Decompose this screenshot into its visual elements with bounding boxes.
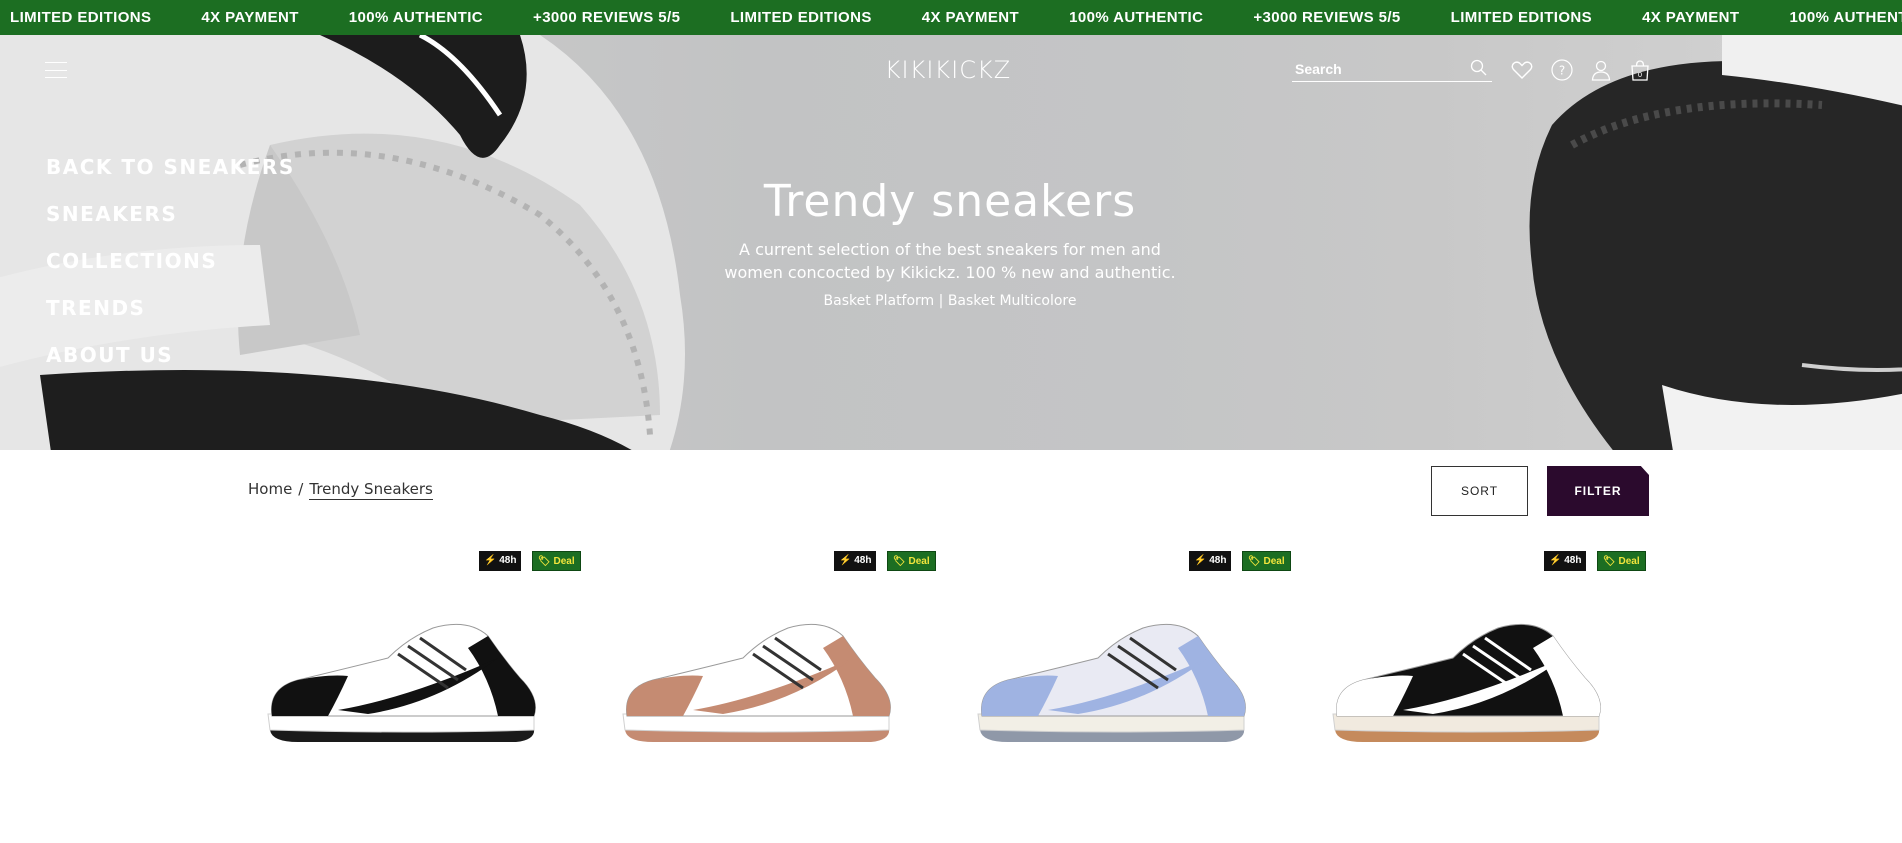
nav-sneakers[interactable]: SNEAKERS: [46, 202, 295, 249]
breadcrumb-current[interactable]: Trendy Sneakers: [309, 480, 433, 500]
menu-icon[interactable]: [45, 62, 67, 78]
product-image: [977, 623, 1246, 742]
midsole-shape: [622, 713, 890, 733]
product-image: [267, 623, 536, 742]
marquee-item: 100% AUTHENTIC: [348, 9, 484, 26]
midsole-shape: [977, 713, 1245, 733]
badge-deal: 🏷 Deal: [887, 551, 936, 571]
site-logo[interactable]: KIKIKICKZ: [878, 52, 1018, 88]
search-input[interactable]: [1292, 60, 1462, 77]
badge-48h: ⚡ 48h: [834, 551, 877, 571]
nav-collections[interactable]: COLLECTIONS: [46, 249, 295, 296]
search-icon[interactable]: [1470, 59, 1488, 82]
badge-deal: 🏷 Deal: [1242, 551, 1291, 571]
marquee-item: 4X PAYMENT: [201, 9, 299, 26]
product-card[interactable]: ⚡ 48h 🏷 Deal: [958, 548, 1293, 843]
nav-about-us[interactable]: ABOUT US: [46, 343, 295, 390]
breadcrumb-home[interactable]: Home: [248, 480, 292, 500]
marquee-item: 4X PAYMENT: [1642, 9, 1740, 26]
hero-banner: KIKIKICKZ ? 0 BACK TO SNEAKERS SNEAKERS …: [0, 35, 1902, 450]
product-card[interactable]: ⚡ 48h 🏷 Deal: [248, 548, 583, 843]
page-title: Trendy sneakers: [763, 176, 1137, 227]
side-navigation: BACK TO SNEAKERS SNEAKERS COLLECTIONS TR…: [46, 155, 295, 390]
link-basket-platform[interactable]: Basket Platform: [824, 293, 935, 309]
marquee-item: +3000 REVIEWS 5/5: [1253, 9, 1401, 26]
search-bar: [1292, 56, 1492, 82]
midsole-shape: [267, 713, 535, 733]
help-icon[interactable]: ?: [1550, 58, 1574, 82]
hero-links: Basket Platform | Basket Multicolore: [660, 293, 1240, 309]
hero-shoe-right-image: [1529, 35, 1902, 450]
marquee-item: 4X PAYMENT: [921, 9, 1020, 26]
link-separator: |: [938, 293, 944, 309]
link-basket-multicolore[interactable]: Basket Multicolore: [948, 293, 1077, 309]
announcement-marquee: LIMITED EDITIONS 4X PAYMENT 100% AUTHENTIC…: [0, 0, 1902, 35]
marquee-item: LIMITED EDITIONS: [10, 9, 152, 26]
sort-button[interactable]: SORT: [1431, 466, 1528, 516]
marquee-item: 100% AUTHENTIC: [1789, 9, 1902, 26]
filter-button[interactable]: FILTER: [1547, 466, 1649, 516]
badge-deal: 🏷 Deal: [1597, 551, 1646, 571]
breadcrumb: Home / Trendy Sneakers: [248, 480, 433, 500]
badge-48h: ⚡ 48h: [1544, 551, 1587, 571]
hero-text-block: Trendy sneakers A current selection of t…: [660, 176, 1240, 309]
nav-back-to-sneakers[interactable]: BACK TO SNEAKERS: [46, 155, 295, 202]
marquee-item: 100% AUTHENTIC: [1069, 9, 1204, 26]
cart-icon[interactable]: 0: [1628, 58, 1652, 82]
badge-deal: 🏷 Deal: [532, 551, 581, 571]
hero-description: A current selection of the best sneakers…: [724, 240, 1176, 282]
badge-48h: ⚡ 48h: [479, 551, 522, 571]
marquee-item: LIMITED EDITIONS: [1450, 9, 1593, 26]
product-grid: ⚡ 48h 🏷 Deal ⚡ 48h 🏷 Deal ⚡ 48h 🏷 Deal ⚡…: [248, 548, 1652, 843]
user-icon[interactable]: [1589, 58, 1613, 82]
marquee-track: LIMITED EDITIONS 4X PAYMENT 100% AUTHENTIC…: [0, 0, 1902, 35]
svg-text:0: 0: [1638, 71, 1642, 79]
product-image: [1332, 623, 1601, 742]
product-image: [622, 623, 891, 742]
product-card[interactable]: ⚡ 48h 🏷 Deal: [603, 548, 938, 843]
marquee-item: LIMITED EDITIONS: [730, 9, 872, 26]
heart-icon[interactable]: [1510, 58, 1534, 82]
badge-48h: ⚡ 48h: [1189, 551, 1232, 571]
midsole-shape: [1332, 713, 1600, 733]
svg-text:?: ?: [1559, 64, 1565, 78]
nav-trends[interactable]: TRENDS: [46, 296, 295, 343]
breadcrumb-separator: /: [298, 480, 304, 498]
product-card[interactable]: ⚡ 48h 🏷 Deal: [1313, 548, 1648, 843]
marquee-item: +3000 REVIEWS 5/5: [533, 9, 681, 26]
